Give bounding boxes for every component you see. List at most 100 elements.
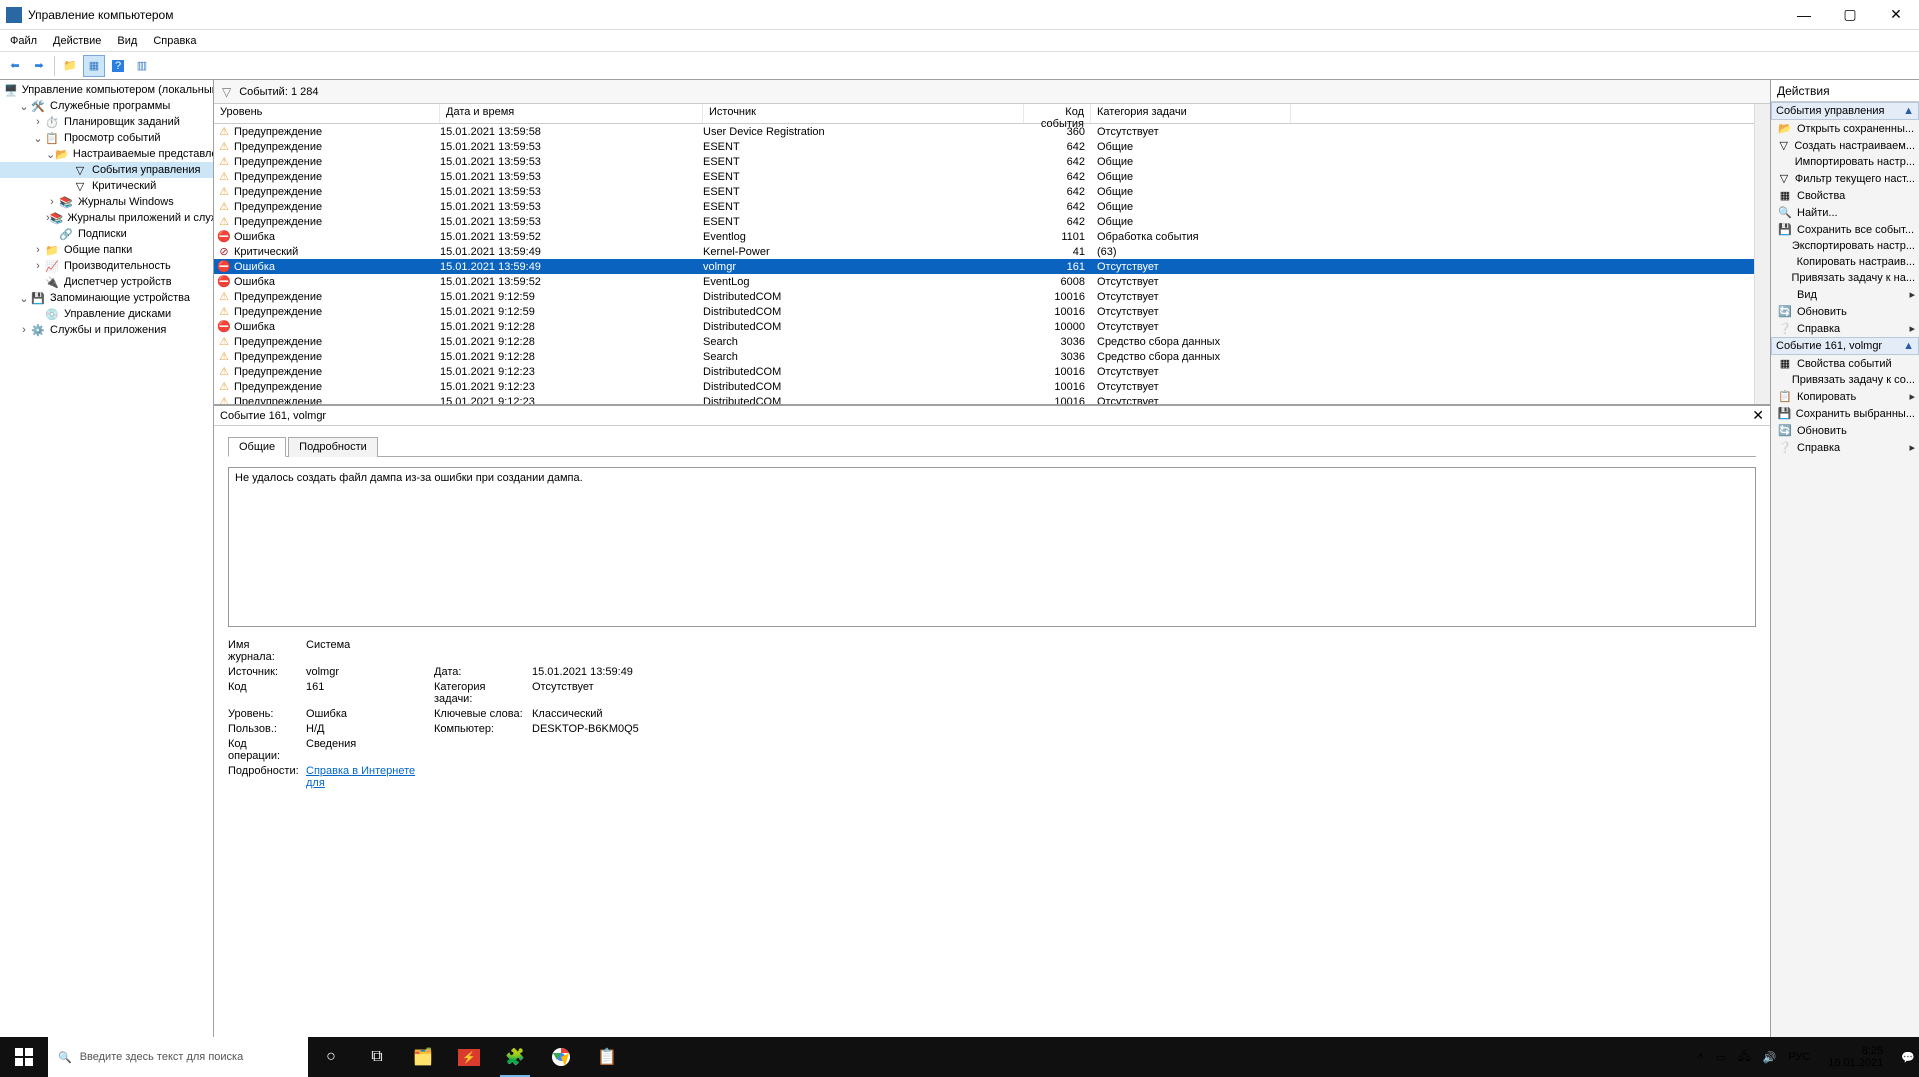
tree-twisty-icon[interactable]: › [32,260,44,272]
tree-twisty-icon[interactable]: ⌄ [18,292,30,305]
event-row[interactable]: ⚠Предупреждение15.01.2021 13:59:53ESENT6… [214,199,1754,214]
action-item[interactable]: Импортировать настр... [1771,154,1919,170]
taskview-icon[interactable]: ⧉ [354,1037,400,1077]
event-row[interactable]: ⚠Предупреждение15.01.2021 13:59:53ESENT6… [214,139,1754,154]
compmgmt-icon[interactable]: 🧩 [492,1037,538,1077]
event-row[interactable]: ⊘Критический15.01.2021 13:59:49Kernel-Po… [214,244,1754,259]
col-date[interactable]: Дата и время [440,104,703,123]
tree-node[interactable]: ›⚙️Службы и приложения [0,322,213,338]
event-row[interactable]: ⚠Предупреждение15.01.2021 9:12:28Search3… [214,334,1754,349]
tray-lang[interactable]: РУС [1788,1051,1810,1063]
tree-node[interactable]: 🖥️Управление компьютером (локальным) [0,82,213,98]
event-row[interactable]: ⚠Предупреждение15.01.2021 9:12:28Search3… [214,349,1754,364]
action-item[interactable]: ❔Справка▸ [1771,320,1919,337]
event-row[interactable]: ⚠Предупреждение15.01.2021 9:12:23Distrib… [214,364,1754,379]
grid-rows[interactable]: ⚠Предупреждение15.01.2021 13:59:58User D… [214,124,1754,404]
tab-general[interactable]: Общие [228,437,286,457]
tree-twisty-icon[interactable]: › [18,324,30,336]
action-item[interactable]: 📂Открыть сохраненны... [1771,120,1919,137]
tree-node[interactable]: ›📈Производительность [0,258,213,274]
action-item[interactable]: 📋Копировать▸ [1771,388,1919,405]
tree-node[interactable]: ⌄🛠️Служебные программы [0,98,213,114]
tree-twisty-icon[interactable]: › [32,116,44,128]
tray-clock[interactable]: 8:25 16.01.2021 [1822,1045,1889,1069]
minimize-button[interactable]: — [1781,0,1827,30]
action-item[interactable]: ▦Свойства [1771,187,1919,204]
tree-node[interactable]: ▽Критический [0,178,213,194]
action-item[interactable]: 💾Сохранить все событ... [1771,221,1919,238]
tray-notifications-icon[interactable]: 💬 [1901,1051,1915,1064]
tree-node[interactable]: 🔌Диспетчер устройств [0,274,213,290]
tree-node[interactable]: ›📚Журналы приложений и служб [0,210,213,226]
actions-section-2[interactable]: Событие 161, volmgr▲ [1771,337,1919,355]
action-item[interactable]: ▦Свойства событий [1771,355,1919,372]
event-row[interactable]: ⚠Предупреждение15.01.2021 9:12:23Distrib… [214,379,1754,394]
app-icon-1[interactable]: ⚡ [446,1037,492,1077]
tree-node[interactable]: ⌄📋Просмотр событий [0,130,213,146]
event-row[interactable]: ⛔Ошибка15.01.2021 13:59:49volmgr161Отсут… [214,259,1754,274]
actions-section-1[interactable]: События управления▲ [1771,102,1919,120]
tree-twisty-icon[interactable]: ⌄ [18,100,30,113]
event-row[interactable]: ⛔Ошибка15.01.2021 13:59:52Eventlog1101Об… [214,229,1754,244]
action-item[interactable]: 💾Сохранить выбранны... [1771,405,1919,422]
event-row[interactable]: ⚠Предупреждение15.01.2021 13:59:58User D… [214,124,1754,139]
col-source[interactable]: Источник [703,104,1024,123]
scrollbar[interactable] [1754,104,1770,404]
menu-action[interactable]: Действие [47,33,107,49]
tree-pane[interactable]: 🖥️Управление компьютером (локальным)⌄🛠️С… [0,80,214,1037]
collapse-icon[interactable]: ▲ [1903,340,1914,352]
tree-node[interactable]: ›📚Журналы Windows [0,194,213,210]
tray-battery-icon[interactable]: ▭ [1716,1051,1726,1064]
tree-twisty-icon[interactable]: ⌄ [32,132,44,145]
tree-node[interactable]: ⌄💾Запоминающие устройства [0,290,213,306]
taskbar[interactable]: 🔍 Введите здесь текст для поиска ○ ⧉ 🗂️ … [0,1037,1919,1077]
action-item[interactable]: ❔Справка▸ [1771,439,1919,456]
explorer-icon[interactable]: 🗂️ [400,1037,446,1077]
properties-button[interactable]: ▦ [83,55,105,77]
tree-node[interactable]: ›📁Общие папки [0,242,213,258]
tree-node[interactable]: 🔗Подписки [0,226,213,242]
action-item[interactable]: Экспортировать настр... [1771,238,1919,254]
back-button[interactable]: ⬅ [4,55,26,77]
tree-node[interactable]: ⌄📂Настраиваемые представления [0,146,213,162]
close-button[interactable]: ✕ [1873,0,1919,30]
panel-button[interactable]: ▥ [131,55,153,77]
event-row[interactable]: ⚠Предупреждение15.01.2021 13:59:53ESENT6… [214,169,1754,184]
menu-help[interactable]: Справка [147,33,202,49]
event-row[interactable]: ⚠Предупреждение15.01.2021 9:12:59Distrib… [214,289,1754,304]
event-row[interactable]: ⚠Предупреждение15.01.2021 13:59:53ESENT6… [214,214,1754,229]
collapse-icon[interactable]: ▲ [1903,105,1914,117]
help-button[interactable]: ? [107,55,129,77]
col-level[interactable]: Уровень [214,104,440,123]
maximize-button[interactable]: ▢ [1827,0,1873,30]
tab-details[interactable]: Подробности [288,437,378,457]
cortana-icon[interactable]: ○ [308,1037,354,1077]
action-item[interactable]: Копировать настраив... [1771,254,1919,270]
taskbar-search[interactable]: 🔍 Введите здесь текст для поиска [48,1037,308,1077]
event-row[interactable]: ⚠Предупреждение15.01.2021 13:59:53ESENT6… [214,184,1754,199]
menu-file[interactable]: Файл [4,33,43,49]
grid-header[interactable]: Уровень Дата и время Источник Код событи… [214,104,1754,124]
tree-twisty-icon[interactable]: › [32,244,44,256]
col-code[interactable]: Код события [1024,104,1091,123]
filter-icon[interactable]: ▽ [222,85,231,99]
tree-node[interactable]: 💿Управление дисками [0,306,213,322]
tree-twisty-icon[interactable]: › [46,196,58,208]
tree-twisty-icon[interactable]: ⌄ [46,148,55,161]
event-row[interactable]: ⚠Предупреждение15.01.2021 9:12:23Distrib… [214,394,1754,404]
tray-network-icon[interactable]: 🖧 [1738,1048,1750,1067]
menu-view[interactable]: Вид [111,33,143,49]
action-item[interactable]: Привязать задачу к на... [1771,270,1919,286]
app-icon-2[interactable]: 📋 [584,1037,630,1077]
tree-node[interactable]: ▽События управления [0,162,213,178]
start-button[interactable] [0,1037,48,1077]
up-button[interactable]: 📁 [59,55,81,77]
action-item[interactable]: 🔍Найти... [1771,204,1919,221]
action-item[interactable]: 🔄Обновить [1771,303,1919,320]
tray-chevron-icon[interactable]: ˄ [1697,1051,1703,1063]
tree-node[interactable]: ›⏱️Планировщик заданий [0,114,213,130]
col-category[interactable]: Категория задачи [1091,104,1291,123]
event-row[interactable]: ⛔Ошибка15.01.2021 9:12:28DistributedCOM1… [214,319,1754,334]
action-item[interactable]: Вид▸ [1771,286,1919,303]
meta-help-link[interactable]: Справка в Интернете для [306,765,415,789]
